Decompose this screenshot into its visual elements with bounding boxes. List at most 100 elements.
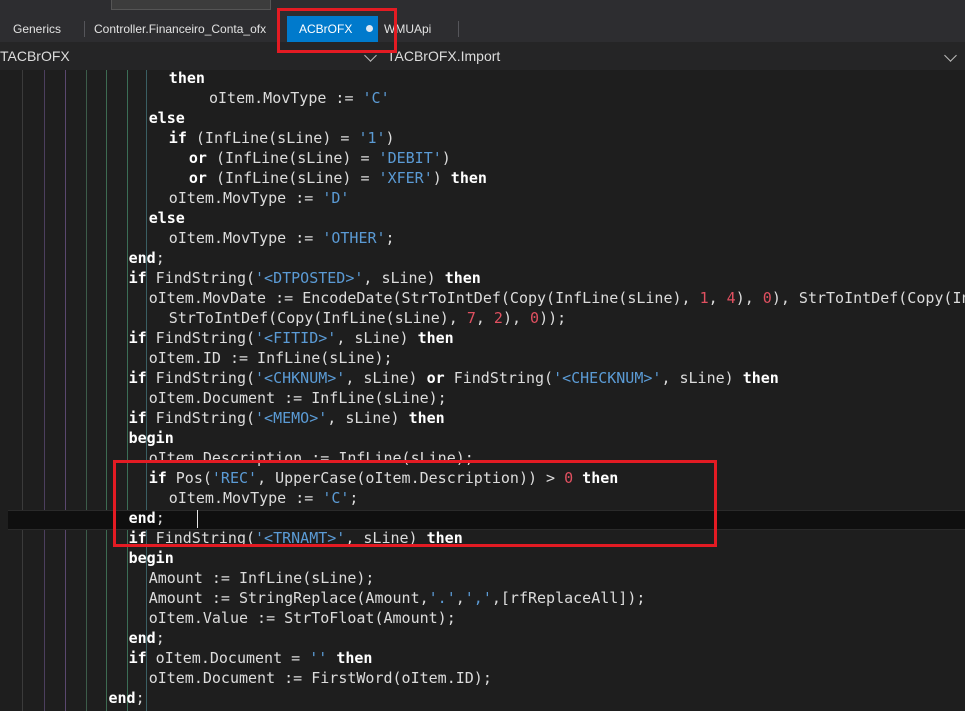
title-strip — [0, 0, 965, 16]
code-line[interactable]: if Pos('REC', UpperCase(oItem.Descriptio… — [149, 468, 619, 488]
code-line[interactable]: if FindString('<MEMO>', sLine) then — [129, 408, 445, 428]
code-line[interactable]: end; — [129, 508, 165, 528]
code-token: oItem.Document := FirstWord(oItem.ID); — [148, 669, 492, 687]
code-token: StrToIntDef(Copy(InfLine(sLine), — [168, 309, 467, 327]
string-token: 'DEBIT' — [378, 149, 442, 167]
keyword-token: end — [128, 249, 156, 267]
code-line[interactable]: end; — [129, 248, 165, 268]
string-token: '<CHKNUM>' — [255, 369, 346, 387]
code-line[interactable]: or (InfLine(sLine) = 'XFER') then — [189, 168, 487, 188]
code-line[interactable]: begin — [129, 428, 174, 448]
code-token: ; — [349, 489, 359, 507]
keyword-token: or — [188, 149, 207, 167]
indent-guide — [22, 70, 23, 711]
code-token: , — [708, 289, 727, 307]
code-line[interactable]: if (InfLine(sLine) = '1') — [169, 128, 395, 148]
code-line[interactable]: if FindString('<DTPOSTED>', sLine) then — [129, 268, 481, 288]
code-line[interactable]: oItem.MovType := 'D' — [169, 188, 350, 208]
keyword-token: or — [426, 369, 445, 387]
code-line[interactable]: else — [149, 208, 185, 228]
code-line[interactable]: else — [149, 108, 185, 128]
indent-guide — [65, 70, 66, 711]
code-token: oItem.Value := StrToFloat(Amount); — [148, 609, 456, 627]
code-line[interactable]: then — [169, 70, 205, 88]
indent-guide — [146, 70, 147, 711]
string-token: '1' — [358, 129, 386, 147]
keyword-token: end — [128, 509, 156, 527]
code-line[interactable]: if oItem.Document = '' then — [129, 648, 373, 668]
code-line[interactable]: oItem.Document := FirstWord(oItem.ID); — [149, 668, 492, 688]
toolbar-field[interactable] — [111, 0, 271, 10]
code-line[interactable]: oItem.Description := InfLine(sLine); — [149, 448, 474, 468]
code-line[interactable]: if FindString('<CHKNUM>', sLine) or Find… — [129, 368, 779, 388]
keyword-token: if — [148, 469, 167, 487]
code-line[interactable]: oItem.MovType := 'OTHER'; — [169, 228, 395, 248]
class-selector[interactable]: TACBrOFX — [0, 42, 70, 70]
code-token: ), StrToIntDef(Copy(InfLine(sLine), — [771, 289, 965, 307]
code-token: ; — [155, 249, 165, 267]
keyword-token: begin — [128, 429, 174, 447]
number-token: 0 — [564, 469, 574, 487]
code-line[interactable]: oItem.MovType := 'C' — [209, 88, 390, 108]
code-token: ; — [385, 229, 395, 247]
code-editor[interactable]: then oItem.MovType := 'C' else if (InfLine(… — [0, 70, 965, 711]
code-line[interactable]: Amount := StringReplace(Amount,'.',',',[… — [149, 588, 646, 608]
keyword-token: if — [168, 129, 187, 147]
method-selector[interactable]: TACBrOFX.Import — [387, 42, 500, 70]
code-line[interactable]: begin — [129, 548, 174, 568]
navigation-bar: TACBrOFX TACBrOFX.Import — [0, 42, 965, 71]
code-token: ) — [432, 169, 451, 187]
code-line[interactable]: Amount := InfLine(sLine); — [149, 568, 375, 588]
modified-dot-icon[interactable] — [366, 25, 374, 33]
code-line[interactable]: oItem.Document := InfLine(sLine); — [149, 388, 447, 408]
code-token: FindString( — [146, 329, 256, 347]
string-token: '<CHECKNUM>' — [553, 369, 662, 387]
indent-guide — [127, 70, 128, 711]
keyword-token: then — [426, 529, 463, 547]
code-line[interactable]: if FindString('<FITID>', sLine) then — [129, 328, 454, 348]
code-token: ), — [502, 309, 531, 327]
code-line[interactable]: oItem.Value := StrToFloat(Amount); — [149, 608, 456, 628]
string-token: 'C' — [362, 89, 390, 107]
tab-generics[interactable]: Generics — [0, 16, 84, 42]
code-token: oItem.Description := InfLine(sLine); — [148, 449, 474, 467]
code-token: FindString( — [146, 409, 256, 427]
code-line[interactable]: StrToIntDef(Copy(InfLine(sLine), 7, 2), … — [169, 308, 566, 328]
code-token: (InfLine(sLine) = — [186, 129, 359, 147]
code-token: , UpperCase(oItem.Description)) > — [257, 469, 565, 487]
code-line[interactable]: oItem.ID := InfLine(sLine); — [149, 348, 393, 368]
text-caret — [197, 510, 198, 528]
keyword-token: then — [417, 329, 454, 347]
chevron-down-icon[interactable] — [944, 49, 957, 62]
number-token: 7 — [466, 309, 476, 327]
string-token: '<TRNAMT>' — [255, 529, 346, 547]
string-token: 'OTHER' — [322, 229, 386, 247]
keyword-token: begin — [128, 549, 174, 567]
code-token: ,[rfReplaceAll]); — [491, 589, 646, 607]
tab-controller-financeiro-conta-ofx[interactable]: Controller.Financeiro_Conta_ofx — [85, 16, 287, 42]
code-token: Pos( — [166, 469, 212, 487]
code-line[interactable]: oItem.MovDate := EncodeDate(StrToIntDef(… — [149, 288, 965, 308]
keyword-token: then — [168, 70, 205, 87]
chevron-down-icon[interactable] — [364, 49, 377, 62]
keyword-token: then — [742, 369, 779, 387]
tab-wmuapi[interactable]: WMUApi — [378, 16, 458, 42]
code-line[interactable]: end; — [129, 628, 165, 648]
indent-guide — [86, 70, 87, 711]
keyword-token: if — [128, 329, 147, 347]
code-token: oItem.MovType := — [209, 89, 363, 107]
code-token: , — [475, 309, 494, 327]
code-line[interactable]: if FindString('<TRNAMT>', sLine) then — [129, 528, 463, 548]
code-token: , sLine) — [345, 529, 427, 547]
keyword-token: then — [336, 649, 373, 667]
code-line[interactable]: end; — [109, 688, 145, 708]
code-token: , — [455, 589, 465, 607]
code-token: , sLine) — [327, 409, 409, 427]
keyword-token: then — [582, 469, 619, 487]
tab-acbrofx[interactable]: ACBrOFX — [287, 16, 378, 42]
code-line[interactable]: or (InfLine(sLine) = 'DEBIT') — [189, 148, 451, 168]
keyword-token: if — [128, 409, 147, 427]
string-token: '.' — [428, 589, 456, 607]
code-token: , sLine) — [661, 369, 743, 387]
code-line[interactable]: oItem.MovType := 'C'; — [169, 488, 359, 508]
